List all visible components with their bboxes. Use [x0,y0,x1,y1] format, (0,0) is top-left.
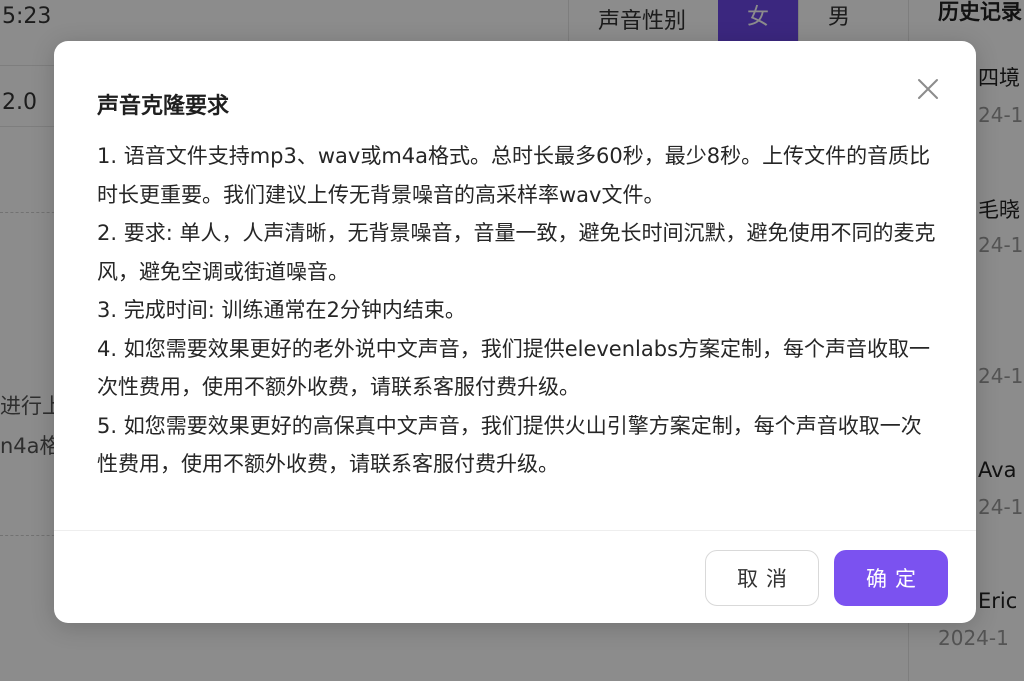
requirements-list: 1. 语音文件支持mp3、wav或m4a格式。总时长最多60秒，最少8秒。上传文… [97,137,937,484]
requirement-item: 3. 完成时间: 训练通常在2分钟内结束。 [97,298,466,322]
confirm-button[interactable]: 确定 [834,550,948,606]
dialog-title: 声音克隆要求 [97,94,230,119]
requirement-item: 5. 如您需要效果更好的高保真中文声音，我们提供火山引擎方案定制，每个声音收取一… [97,413,922,477]
close-icon [918,79,938,99]
cancel-button[interactable]: 取消 [705,550,819,606]
voice-clone-requirements-dialog: 声音克隆要求 1. 语音文件支持mp3、wav或m4a格式。总时长最多60秒，最… [54,41,976,623]
dialog-footer-divider [54,530,976,531]
requirement-item: 1. 语音文件支持mp3、wav或m4a格式。总时长最多60秒，最少8秒。上传文… [97,144,931,207]
close-button[interactable] [910,71,946,107]
requirement-item: 4. 如您需要效果更好的老外说中文声音，我们提供elevenlabs方案定制，每… [97,336,931,400]
requirement-item: 2. 要求: 单人，人声清晰，无背景噪音，音量一致，避免长时间沉默，避免使用不同… [97,221,936,284]
